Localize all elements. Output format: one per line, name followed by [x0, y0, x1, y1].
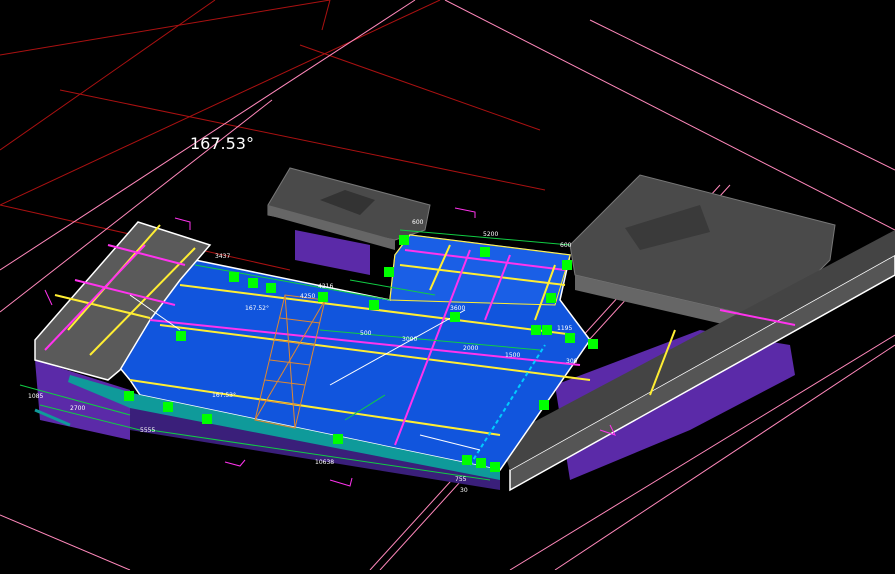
grip-handle[interactable] — [480, 247, 490, 257]
svg-text:5200: 5200 — [483, 231, 498, 238]
grip-handle[interactable] — [490, 462, 500, 472]
grip-handle[interactable] — [318, 292, 328, 302]
angle-readout: 167.53° — [190, 134, 254, 153]
svg-text:2000: 2000 — [463, 345, 478, 352]
grip-handle[interactable] — [531, 325, 541, 335]
svg-text:167.53°: 167.53° — [212, 392, 236, 399]
svg-text:3600: 3600 — [450, 305, 465, 312]
svg-text:1195: 1195 — [557, 325, 572, 332]
svg-text:2700: 2700 — [70, 405, 85, 412]
svg-text:5555: 5555 — [140, 427, 155, 434]
grip-handle[interactable] — [266, 283, 276, 293]
svg-text:300: 300 — [566, 358, 578, 365]
grip-handle[interactable] — [202, 414, 212, 424]
grip-handle[interactable] — [565, 333, 575, 343]
grip-handle[interactable] — [462, 455, 472, 465]
grip-handle[interactable] — [369, 300, 379, 310]
drawing-canvas[interactable]: 600 5200 600 3437 167.52° 4216 4250 3600… — [0, 0, 895, 571]
grip-handle[interactable] — [399, 235, 409, 245]
svg-text:3000: 3000 — [402, 336, 417, 343]
grip-handle[interactable] — [163, 402, 173, 412]
svg-text:600: 600 — [560, 242, 572, 249]
svg-text:30: 30 — [460, 487, 468, 494]
grip-handle[interactable] — [333, 434, 343, 444]
grip-handle[interactable] — [384, 267, 394, 277]
grip-handle[interactable] — [248, 278, 258, 288]
grip-handle[interactable] — [450, 312, 460, 322]
grip-handle[interactable] — [124, 391, 134, 401]
svg-text:1500: 1500 — [505, 352, 520, 359]
svg-text:10638: 10638 — [315, 459, 334, 466]
svg-text:600: 600 — [412, 219, 424, 226]
grip-handle[interactable] — [176, 331, 186, 341]
svg-text:4250: 4250 — [300, 293, 315, 300]
svg-text:755: 755 — [455, 476, 467, 483]
svg-text:4216: 4216 — [318, 283, 333, 290]
grip-handle[interactable] — [562, 260, 572, 270]
grip-handle[interactable] — [546, 293, 556, 303]
grip-handle[interactable] — [539, 400, 549, 410]
grip-handle[interactable] — [229, 272, 239, 282]
svg-text:1085: 1085 — [28, 393, 43, 400]
svg-text:167.52°: 167.52° — [245, 305, 269, 312]
grip-handle[interactable] — [542, 325, 552, 335]
grip-handle[interactable] — [476, 458, 486, 468]
grip-handle[interactable] — [588, 339, 598, 349]
svg-text:500: 500 — [360, 330, 372, 337]
svg-text:3437: 3437 — [215, 253, 230, 260]
cad-3d-viewport[interactable]: 600 5200 600 3437 167.52° 4216 4250 3600… — [0, 0, 895, 571]
